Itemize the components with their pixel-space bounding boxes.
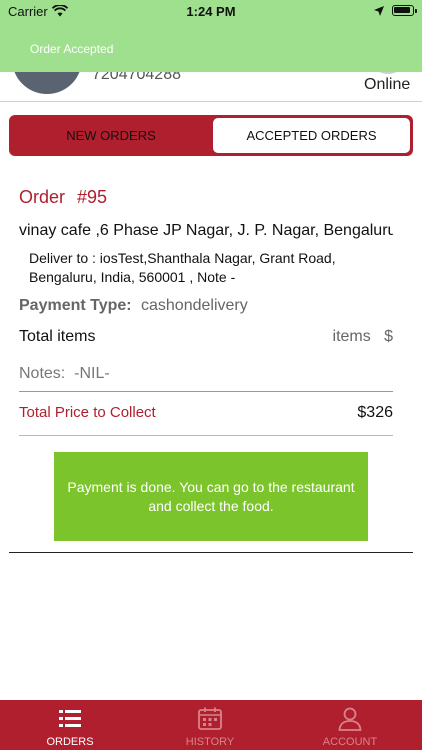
- online-status: Online: [364, 76, 411, 93]
- order-number: #95: [77, 187, 108, 207]
- delivery-address: Deliver to : iosTest,Shanthala Nagar, Gr…: [29, 250, 336, 285]
- total-items-value: items $: [332, 328, 393, 345]
- status-bar: Carrier 1:24 PM: [0, 0, 422, 24]
- payment-type-value: cashondelivery: [141, 297, 248, 314]
- tab-accepted-orders[interactable]: ACCEPTED ORDERS: [213, 118, 410, 153]
- profile-header: 7204704288 Online: [0, 72, 422, 102]
- divider: [19, 391, 393, 392]
- tab-history-label: HISTORY: [185, 736, 235, 748]
- total-price-label: Total Price to Collect: [19, 404, 156, 421]
- total-items-label: Total items: [19, 328, 96, 345]
- orders-list-icon: [59, 710, 81, 727]
- battery-tip: [415, 9, 417, 13]
- history-calendar-icon: [198, 707, 222, 730]
- payment-status-message: Payment is done. You can go to the resta…: [67, 478, 355, 514]
- account-user-icon: [338, 707, 362, 731]
- divider: [19, 435, 393, 436]
- tab-orders-label: ORDERS: [46, 736, 94, 748]
- total-price-value: $326: [357, 404, 393, 421]
- notification-banner: Order Accepted: [0, 24, 422, 72]
- orders-segmented-control: NEW ORDERS ACCEPTED ORDERS: [9, 115, 413, 156]
- tab-orders[interactable]: ORDERS: [0, 700, 140, 750]
- clock: 1:24 PM: [186, 4, 236, 19]
- order-title: Order #95: [19, 187, 107, 208]
- payment-type-label: Payment Type:: [19, 297, 132, 314]
- tab-account[interactable]: ACCOUNT: [280, 700, 420, 750]
- location-arrow-icon: [374, 6, 384, 16]
- payment-status-box: Payment is done. You can go to the resta…: [54, 452, 368, 541]
- order-label: Order: [19, 187, 66, 207]
- tab-history[interactable]: HISTORY: [140, 700, 280, 750]
- restaurant-address: vinay cafe ,6 Phase JP Nagar, J. P. Naga…: [19, 222, 393, 239]
- online-toggle-avatar[interactable]: [366, 72, 410, 74]
- bottom-tab-bar: ORDERS HISTORY ACCOUNT: [0, 700, 422, 750]
- battery-icon: [392, 5, 414, 16]
- tab-new-orders[interactable]: NEW ORDERS: [9, 115, 213, 156]
- order-notes: Notes: -NIL-: [19, 365, 110, 382]
- avatar: [12, 72, 82, 94]
- section-divider: [9, 552, 413, 553]
- tab-account-label: ACCOUNT: [322, 736, 378, 748]
- banner-text: Order Accepted: [30, 42, 114, 56]
- phone-number: 7204704288: [92, 72, 181, 83]
